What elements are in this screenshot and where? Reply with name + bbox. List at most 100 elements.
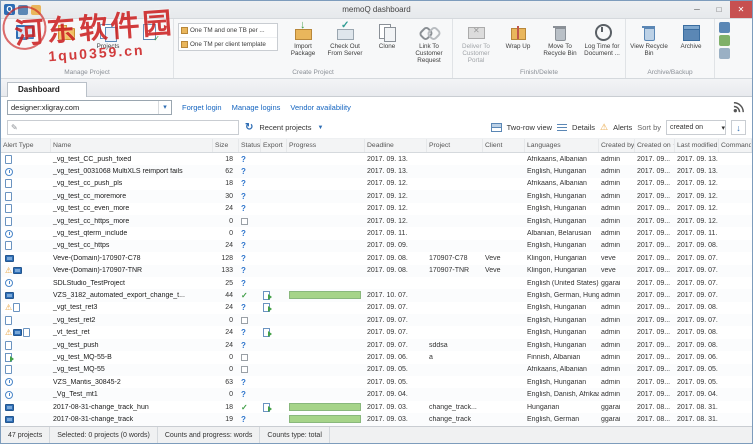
table-row[interactable]: _vg_test_MQ-55 0 2017. 09. 05. Afrikaans, A… [1, 363, 752, 377]
vendor-availability-link[interactable]: Vendor availability [290, 103, 350, 112]
forget-login-link[interactable]: Forget login [182, 103, 222, 112]
wrap-up-button[interactable]: Wrap Up [497, 20, 539, 50]
doc-icon [5, 191, 12, 201]
table-row[interactable]: _vg_test_cc_https_more 0 2017. 09. 12. Engl… [1, 214, 752, 228]
small-toolbar-icon-1[interactable] [719, 22, 730, 33]
column-header-name[interactable]: Name [51, 139, 213, 152]
table-row[interactable]: VZS_3182_automated_export_change_t... 44 ✓… [1, 289, 752, 302]
view-recycle-bin-button[interactable]: View Recycle Bin [628, 20, 670, 57]
details-toggle[interactable]: Details [572, 123, 595, 132]
table-row[interactable]: VZS_Mantis_30845-2 63? 2017. 09. 05. Englis… [1, 376, 752, 388]
alerts-toggle[interactable]: Alerts [613, 123, 632, 132]
recent-projects-dropdown[interactable]: Recent projects [259, 123, 311, 132]
manage-logins-link[interactable]: Manage logins [232, 103, 281, 112]
table-row[interactable]: ⚠ _vt_test_ret 24? 2017. 09. 07. English, Hu… [1, 326, 752, 338]
table-row[interactable]: Veve-(Domain)-170907-C78 128? 2017. 09. 08… [1, 252, 752, 264]
column-header-deadline[interactable]: Deadline [365, 139, 427, 152]
doc-icon [23, 328, 31, 338]
last-modified-cell: 2017. 09. 13. [677, 168, 718, 176]
minimize-button[interactable]: ─ [686, 1, 708, 18]
refresh-icon[interactable]: ↻ [245, 122, 253, 133]
maximize-button[interactable]: □ [708, 1, 730, 18]
import-package-button[interactable]: Import Package [282, 19, 324, 57]
size-cell: 18 [225, 180, 233, 188]
sort-direction-button[interactable]: ↓ [731, 120, 746, 135]
size-cell: 44 [225, 291, 233, 299]
export-cell [261, 290, 287, 300]
quick-access-icon-1[interactable] [18, 4, 28, 15]
column-header-project[interactable]: Project [427, 139, 483, 152]
table-row[interactable]: 2017-08-31-change_track_hun 18 ✓ 2017. 09. … [1, 401, 752, 413]
chevron-down-icon: ▼ [317, 124, 324, 131]
column-header-alert-type[interactable]: Alert Type [1, 139, 51, 152]
last-modified-cell: 2017. 08. 31. [677, 415, 718, 423]
doc-icon [13, 303, 21, 313]
search-input[interactable] [19, 124, 235, 131]
table-row[interactable]: _Vg_Test_mt1 0? 2017. 09. 04. English, Dani… [1, 388, 752, 401]
size-cell: 24 [225, 341, 233, 349]
small-toolbar-icon-2[interactable] [719, 35, 730, 46]
small-toolbar-icon-3[interactable] [719, 48, 730, 59]
close-button[interactable]: ✕ [730, 1, 752, 18]
project-name-cell: VZS_Mantis_30845-2 [53, 378, 121, 386]
check-out-from-server-button[interactable]: Check Out From Server [324, 20, 366, 57]
status-cell [239, 353, 261, 361]
quick-access-icon-2[interactable] [31, 4, 41, 15]
deadline-cell: 2017. 09. 08. [367, 267, 408, 275]
template-item-1[interactable]: One TM and one TB per ... [179, 24, 277, 37]
table-row[interactable]: _vg_test_cc_push_pls 18? 2017. 09. 12. Afri… [1, 178, 752, 190]
column-header-status[interactable]: Status [239, 139, 261, 152]
last-modified-cell: 2017. 09. 12. [677, 192, 718, 200]
clone-button[interactable]: Clone [366, 20, 408, 50]
move-to-recycle-bin-button[interactable]: Move To Recycle Bin [539, 20, 581, 57]
tab-dashboard[interactable]: Dashboard [7, 82, 87, 97]
project-name-cell: VZS_3182_automated_export_change_t... [53, 291, 185, 299]
languages-cell: English, Hungarian [527, 168, 587, 176]
manage-projects-button[interactable]: Projects [87, 20, 129, 50]
two-row-view-toggle[interactable]: Two-row view [507, 123, 552, 132]
column-header-commands[interactable]: Commands [719, 139, 752, 152]
project-templates-button[interactable] [129, 20, 171, 43]
column-header-progress[interactable]: Progress [287, 139, 365, 152]
project-cell: 170907-TNR [429, 267, 470, 275]
log-time-for-document-button[interactable]: Log Time for Document ... [581, 20, 623, 57]
languages-cell: English (United States), Hungar... [527, 279, 599, 287]
chevron-down-icon[interactable]: ▾ [158, 100, 171, 114]
table-row[interactable]: _vg_test_push 24? 2017. 09. 07. sddsa Englis… [1, 338, 752, 352]
new-project-button[interactable] [3, 20, 45, 43]
server-combo[interactable]: designer:xligray.com ▾ [7, 99, 172, 115]
column-header-export[interactable]: Export [261, 139, 287, 152]
table-row[interactable]: _vg_test_cc_even_more 24? 2017. 09. 12. Eng… [1, 203, 752, 215]
template-item-2[interactable]: One TM per client template [179, 37, 277, 50]
table-row[interactable]: _vg_test_qterm_include 0? 2017. 09. 11. Alb… [1, 227, 752, 239]
table-row[interactable]: _vg_test_ret2 0 2017. 09. 07. English, Hung… [1, 314, 752, 327]
table-row[interactable]: _vg_test_cc_https 24? 2017. 09. 09. English… [1, 239, 752, 253]
open-project-button[interactable] [45, 20, 87, 43]
table-row[interactable]: 2017-08-31-change_track 19? 2017. 09. 03. c… [1, 413, 752, 426]
created-on-cell: 2017. 09... [637, 304, 671, 312]
column-header-last-modified[interactable]: Last modified [675, 139, 719, 152]
project-name-cell: 2017-08-31-change_track [53, 415, 134, 423]
table-row[interactable]: SDLStudio_TestProject 25? English (United … [1, 277, 752, 289]
table-row[interactable]: _vg_test_CC_push_fixed 18? 2017. 09. 13. Af… [1, 153, 752, 165]
column-header-client[interactable]: Client [483, 139, 525, 152]
table-row[interactable]: ⚠ _vgt_test_ret3 24? 2017. 09. 07. English, … [1, 302, 752, 314]
sort-field-select[interactable]: created on ▾ [666, 120, 726, 135]
column-header-size[interactable]: Size [213, 139, 239, 152]
link-to-customer-request-button[interactable]: Link To Customer Request [408, 20, 450, 65]
archive-button[interactable]: Archive [670, 20, 712, 50]
column-header-created-by[interactable]: Created by [599, 139, 635, 152]
column-header-created-on[interactable]: Created on▼ [635, 139, 675, 152]
table-row[interactable]: ⚠ Veve-(Domain)-170907-TNR 133? 2017. 09. 0… [1, 264, 752, 277]
last-modified-cell: 2017. 09. 06. [677, 353, 718, 361]
table-row[interactable]: _vg_test_cc_moremore 30? 2017. 09. 12. Engl… [1, 190, 752, 203]
table-row[interactable]: _vg_test_MQ-55-B 0 2017. 09. 06. a Finnish, … [1, 351, 752, 363]
status-empty-checkbox-icon [241, 217, 248, 225]
doc-icon [5, 204, 12, 214]
table-row[interactable]: _vg_test_0031068 MultiXLS reimport fails… [1, 165, 752, 178]
status-empty-checkbox-icon [241, 366, 248, 374]
remote-icon [5, 254, 14, 262]
column-header-languages[interactable]: Languages [525, 139, 599, 152]
deliver-to-customer-portal-button[interactable]: Deliver To Customer Portal [455, 20, 497, 65]
last-modified-cell: 2017. 09. 07. [677, 279, 718, 287]
